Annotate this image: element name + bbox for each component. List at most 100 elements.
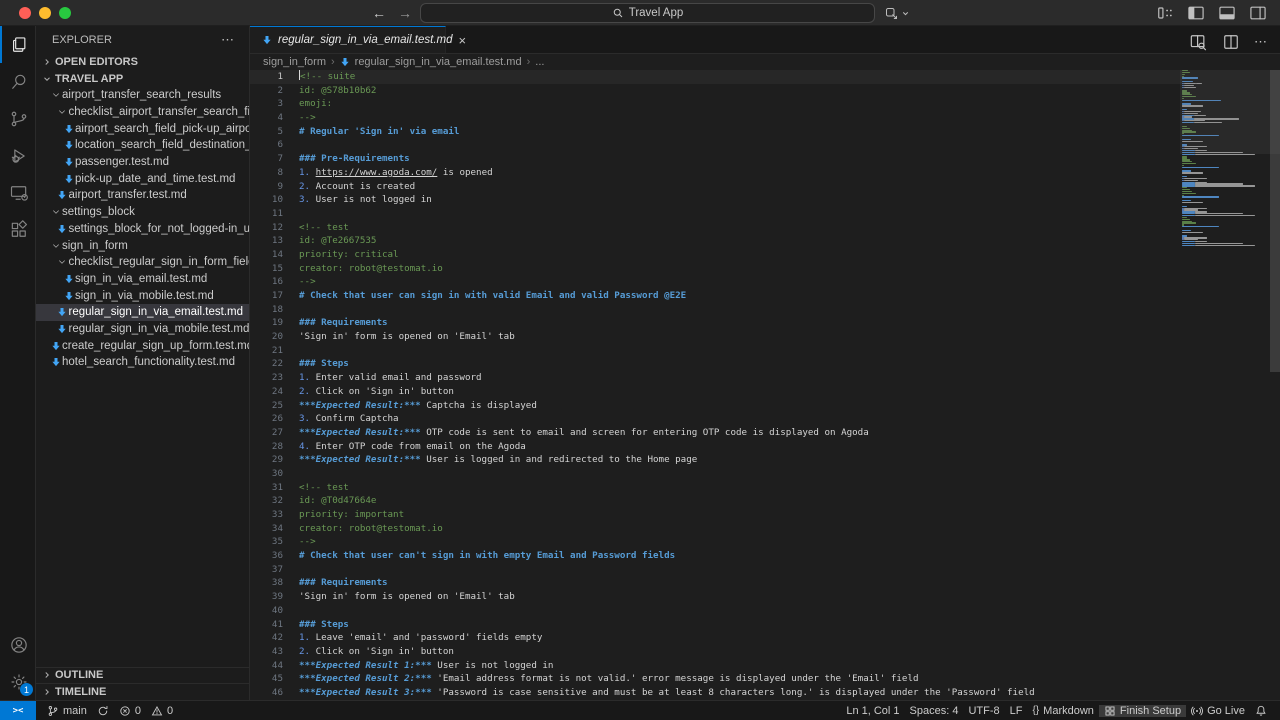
status-finish-setup[interactable]: Finish Setup xyxy=(1099,705,1186,717)
tree-item[interactable]: sign_in_via_email.test.md xyxy=(36,271,249,288)
code-token: 2. xyxy=(299,181,316,192)
activity-remote-explorer[interactable] xyxy=(0,174,36,211)
tree-item[interactable]: pick-up_date_and_time.test.md xyxy=(36,170,249,187)
line-number: 18 xyxy=(250,303,283,317)
code-line: 45***Expected Result 2:*** 'Email addres… xyxy=(250,672,1182,686)
code-line: 40 xyxy=(250,604,1182,618)
line-content: # Regular 'Sign in' via email xyxy=(299,125,459,139)
activity-bar-spacer xyxy=(0,248,35,626)
status-cursor-position[interactable]: Ln 1, Col 1 xyxy=(841,705,904,717)
status-eol[interactable]: LF xyxy=(1005,705,1028,717)
activity-extensions[interactable] xyxy=(0,211,36,248)
tree-item[interactable]: create_regular_sign_up_form.test.md xyxy=(36,337,249,354)
activity-explorer[interactable] xyxy=(0,26,36,63)
breadcrumb-item[interactable]: sign_in_form xyxy=(263,56,326,68)
tree-item-label: sign_in_via_email.test.md xyxy=(75,273,207,285)
tree-item[interactable]: airport_transfer.test.md xyxy=(36,187,249,204)
code-token: ### Requirements xyxy=(299,577,388,588)
open-preview-icon[interactable] xyxy=(1188,32,1208,52)
tree-item[interactable]: sign_in_form xyxy=(36,237,249,254)
line-content: 4. Enter OTP code from email on the Agod… xyxy=(299,440,526,454)
tree-item[interactable]: airport_search_field_pick-up_airpor... xyxy=(36,120,249,137)
toggle-primary-sidebar-icon[interactable] xyxy=(1186,3,1206,23)
status-language-mode[interactable]: {}Markdown xyxy=(1027,705,1098,717)
vertical-scrollbar[interactable] xyxy=(1270,70,1280,372)
status-warnings[interactable]: 0 xyxy=(146,705,178,717)
code-token: ### Pre-Requirements xyxy=(299,153,410,164)
workspace-root-section[interactable]: TRAVEL APP xyxy=(36,70,249,87)
line-number: 16 xyxy=(250,275,283,289)
activity-settings[interactable]: 1 xyxy=(0,663,36,700)
minimize-window-button[interactable] xyxy=(39,7,51,19)
activity-source-control[interactable] xyxy=(0,100,36,137)
toggle-secondary-sidebar-icon[interactable] xyxy=(1248,3,1268,23)
activity-search[interactable] xyxy=(0,63,36,100)
nav-back-icon[interactable]: ← xyxy=(372,5,386,21)
tab-regular-sign-in-via-email[interactable]: regular_sign_in_via_email.test.md × xyxy=(250,26,446,53)
tree-item[interactable]: hotel_search_functionality.test.md xyxy=(36,354,249,371)
code-token: ***Expected Result:*** xyxy=(299,427,421,438)
activity-accounts[interactable] xyxy=(0,626,36,663)
nav-forward-icon[interactable]: → xyxy=(398,5,412,21)
status-indentation[interactable]: Spaces: 4 xyxy=(905,705,964,717)
search-icon xyxy=(612,7,624,19)
tree-item[interactable]: passenger.test.md xyxy=(36,154,249,171)
remote-indicator[interactable]: >< xyxy=(0,701,36,720)
tree-item[interactable]: airport_transfer_search_results xyxy=(36,87,249,104)
tree-item[interactable]: settings_block_for_not_logged-in_us... xyxy=(36,221,249,238)
more-actions-icon[interactable]: ⋯ xyxy=(1254,33,1268,51)
status-branch[interactable]: main xyxy=(42,705,92,717)
status-encoding[interactable]: UTF-8 xyxy=(963,705,1004,717)
line-number: 34 xyxy=(250,522,283,536)
code-token: 'Sign in' form is opened on 'Email' tab xyxy=(299,331,515,342)
chevron-right-icon xyxy=(40,687,53,697)
tree-item[interactable]: settings_block xyxy=(36,204,249,221)
status-errors[interactable]: 0 xyxy=(114,705,146,717)
close-window-button[interactable] xyxy=(19,7,31,19)
markdown-file-icon xyxy=(62,124,75,134)
status-branch-label: main xyxy=(63,705,87,717)
code-line: 21 xyxy=(250,344,1182,358)
code-token: User is not logged in xyxy=(316,194,432,205)
status-notifications[interactable] xyxy=(1250,705,1272,717)
remote-explorer-icon xyxy=(9,183,29,203)
toggle-panel-icon[interactable] xyxy=(1217,3,1237,23)
breadcrumb-item[interactable]: ... xyxy=(535,56,544,68)
code-line: 36# Check that user can't sign in with e… xyxy=(250,549,1182,563)
tree-item[interactable]: regular_sign_in_via_mobile.test.md xyxy=(36,321,249,338)
minimap-slider[interactable] xyxy=(1180,70,1280,154)
tree-item[interactable]: checklist_airport_transfer_search_fie... xyxy=(36,104,249,121)
activity-run-debug[interactable] xyxy=(0,137,36,174)
tree-item[interactable]: regular_sign_in_via_email.test.md xyxy=(36,304,249,321)
code-editor[interactable]: 1<!-- suite2id: @S78b10b623emoji:4-->5# … xyxy=(250,70,1182,700)
warning-icon xyxy=(151,705,163,717)
split-editor-icon[interactable] xyxy=(1221,32,1241,52)
code-token: User is not logged in xyxy=(432,660,554,671)
minimap-token xyxy=(1182,165,1184,166)
line-content: # Check that user can sign in with valid… xyxy=(299,289,686,303)
code-line: 3emoji: xyxy=(250,97,1182,111)
branch-icon xyxy=(47,705,59,717)
open-editors-section[interactable]: OPEN EDITORS xyxy=(36,53,249,70)
copilot-icon xyxy=(884,6,899,21)
tree-item[interactable]: location_search_field_destination_l... xyxy=(36,137,249,154)
explorer-more-actions-icon[interactable]: ⋯ xyxy=(221,32,235,48)
copilot-menu[interactable] xyxy=(884,0,910,26)
close-tab-icon[interactable]: × xyxy=(459,34,467,47)
tree-item-label: create_regular_sign_up_form.test.md xyxy=(62,340,249,352)
zoom-window-button[interactable] xyxy=(59,7,71,19)
sidebar-title: EXPLORER xyxy=(52,34,112,46)
line-number: 25 xyxy=(250,399,283,413)
status-sync[interactable] xyxy=(92,705,114,717)
line-number: 36 xyxy=(250,549,283,563)
timeline-section[interactable]: TIMELINE xyxy=(36,683,249,700)
tree-item[interactable]: sign_in_via_mobile.test.md xyxy=(36,287,249,304)
breadcrumb-item[interactable]: regular_sign_in_via_email.test.md xyxy=(355,56,522,68)
minimap[interactable] xyxy=(1182,70,1270,700)
customize-layout-icon[interactable] xyxy=(1155,3,1175,23)
command-center[interactable]: Travel App xyxy=(420,3,875,23)
tree-item[interactable]: checklist_regular_sign_in_form_field... xyxy=(36,254,249,271)
chevron-down-icon xyxy=(56,257,69,267)
outline-section[interactable]: OUTLINE xyxy=(36,667,249,684)
status-go-live[interactable]: Go Live xyxy=(1186,705,1250,717)
